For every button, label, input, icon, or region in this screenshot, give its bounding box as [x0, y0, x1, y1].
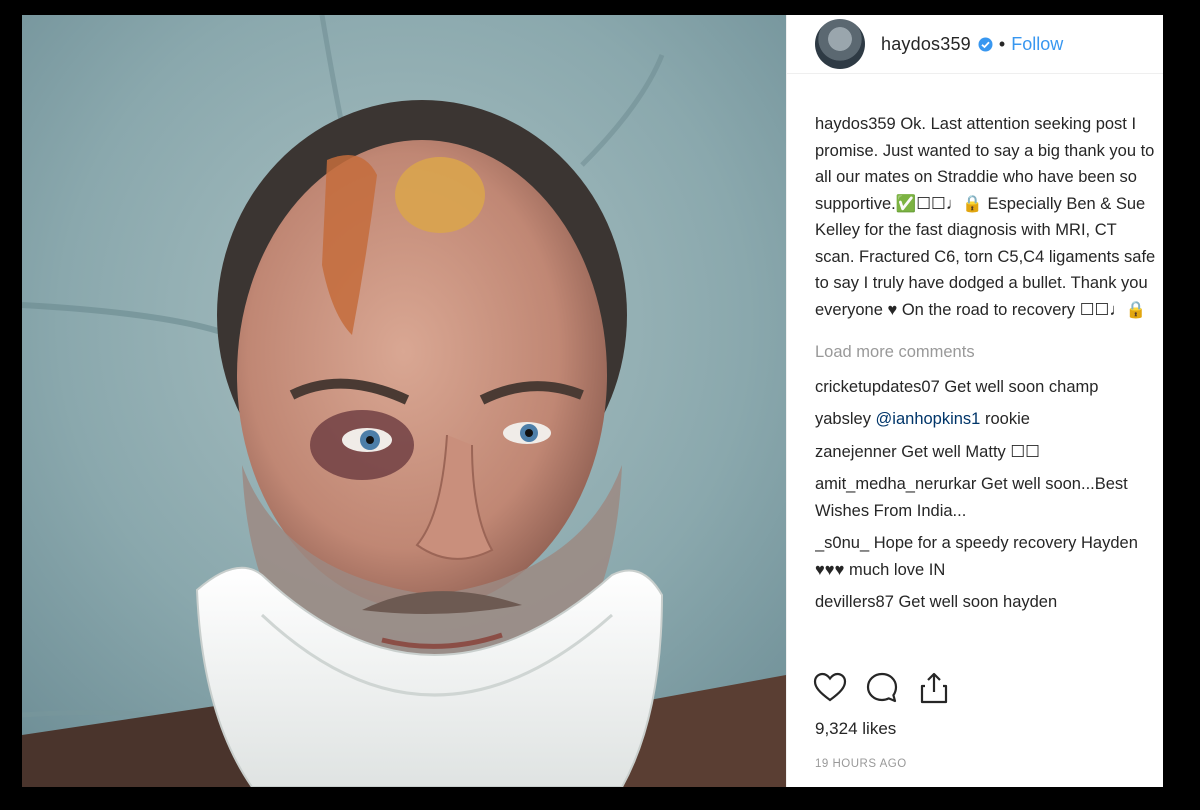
instagram-post: haydos359 • Follow haydos359 Ok. Last at…	[22, 15, 1163, 787]
verified-badge-icon	[978, 37, 993, 52]
comment-username[interactable]: _s0nu_	[815, 534, 869, 552]
comment-mention-link[interactable]: @ianhopkins1	[876, 410, 981, 428]
comment-item: devillers87 Get well soon hayden	[815, 589, 1160, 616]
comment-text: Get well Matty ☐☐	[901, 442, 1040, 461]
comment-item: zanejenner Get well Matty ☐☐	[815, 439, 1160, 466]
comment-username[interactable]: yabsley	[815, 410, 871, 428]
comment-text: Get well soon hayden	[898, 593, 1058, 611]
comment-item: yabsley @ianhopkins1 rookie	[815, 406, 1160, 433]
likes-count[interactable]: 9,324 likes	[815, 719, 896, 739]
share-upload-icon[interactable]	[917, 671, 951, 705]
caption-username[interactable]: haydos359	[815, 115, 896, 133]
avatar[interactable]	[815, 19, 865, 69]
comment-username[interactable]: devillers87	[815, 593, 894, 611]
follow-button[interactable]: Follow	[1011, 34, 1063, 55]
post-header: haydos359 • Follow	[787, 15, 1163, 74]
comment-username[interactable]: amit_medha_nerurkar	[815, 475, 976, 493]
speech-bubble-icon[interactable]	[865, 671, 899, 705]
caption-text: Ok. Last attention seeking post I promis…	[815, 115, 1156, 319]
header-username[interactable]: haydos359	[881, 34, 971, 55]
comment-item: _s0nu_ Hope for a speedy recovery Hayden…	[815, 530, 1160, 583]
post-caption: haydos359 Ok. Last attention seeking pos…	[815, 111, 1160, 323]
separator-dot: •	[998, 33, 1006, 54]
post-side-panel: haydos359 • Follow haydos359 Ok. Last at…	[786, 15, 1163, 787]
comment-text: Get well soon champ	[944, 377, 1099, 396]
comment-text: rookie	[984, 410, 1030, 428]
comment-item: cricketupdates07 Get well soon champ	[815, 374, 1160, 401]
comment-username[interactable]: zanejenner	[815, 443, 897, 461]
post-actions	[813, 668, 951, 708]
post-photo[interactable]	[22, 15, 786, 787]
comment-username[interactable]: cricketupdates07	[815, 378, 940, 396]
comments-list[interactable]: haydos359 Ok. Last attention seeking pos…	[815, 111, 1160, 651]
selfie-image	[22, 15, 786, 787]
comment-item: amit_medha_nerurkar Get well soon...Best…	[815, 471, 1160, 524]
load-more-comments-button[interactable]: Load more comments	[815, 339, 1160, 366]
post-timestamp: 19 HOURS AGO	[815, 758, 907, 770]
heart-outline-icon[interactable]	[813, 671, 847, 705]
